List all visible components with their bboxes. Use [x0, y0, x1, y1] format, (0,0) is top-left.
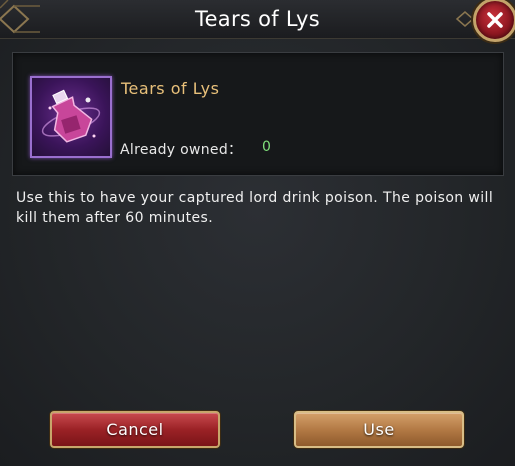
item-dialog: Tears of Lys Tears of Lys Already owned：… [0, 0, 515, 466]
item-description: Use this to have your captured lord drin… [16, 190, 494, 226]
dialog-header: Tears of Lys [0, 0, 515, 39]
owned-count: 0 [262, 139, 271, 155]
owned-label: Already owned： [120, 142, 243, 158]
close-button[interactable] [473, 0, 515, 42]
header-ornament-icon [455, 11, 475, 27]
cancel-button[interactable]: Cancel [50, 411, 220, 448]
use-button[interactable]: Use [294, 411, 464, 448]
cancel-button-label: Cancel [106, 420, 164, 439]
dialog-title: Tears of Lys [195, 7, 320, 31]
use-button-label: Use [363, 420, 395, 439]
item-info-panel: Tears of Lys Already owned： 0 [12, 52, 504, 176]
item-name: Tears of Lys [121, 79, 220, 98]
close-icon [487, 12, 503, 28]
poison-vial-icon [30, 76, 112, 158]
